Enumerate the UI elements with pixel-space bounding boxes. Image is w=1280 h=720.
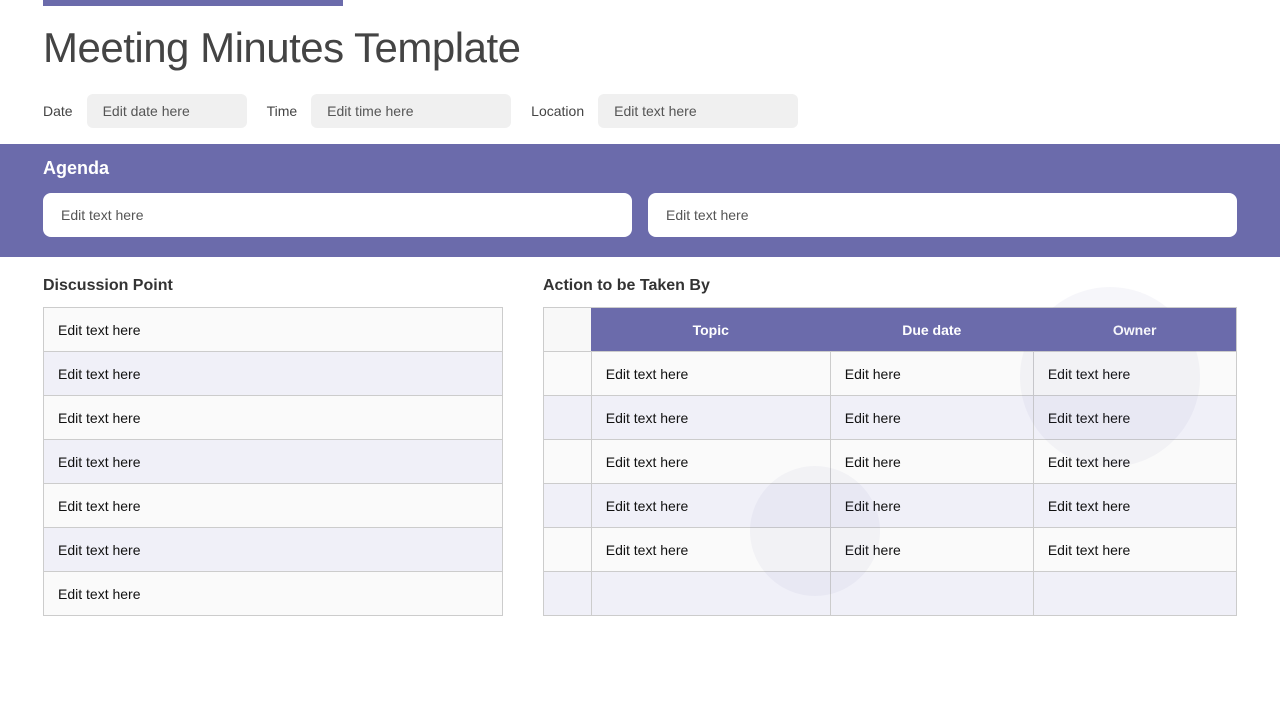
time-input[interactable]: Edit time here: [311, 94, 511, 128]
discussion-cell[interactable]: Edit text here: [44, 440, 503, 484]
location-input[interactable]: Edit text here: [598, 94, 798, 128]
main-content: Discussion Point Edit text here Edit tex…: [0, 257, 1280, 636]
action-owner-cell[interactable]: Edit text here: [1033, 396, 1236, 440]
table-row[interactable]: Edit text here: [44, 440, 503, 484]
date-label: Date: [43, 103, 73, 119]
action-row-num: [544, 396, 592, 440]
action-due-cell[interactable]: Edit here: [830, 528, 1033, 572]
table-row[interactable]: Edit text here Edit here Edit text here: [544, 528, 1237, 572]
agenda-input-1[interactable]: Edit text here: [43, 193, 632, 237]
action-owner-cell[interactable]: Edit text here: [1033, 352, 1236, 396]
action-topic-cell[interactable]: Edit text here: [591, 396, 830, 440]
action-due-cell[interactable]: Edit here: [830, 484, 1033, 528]
table-row[interactable]: Edit text here: [44, 396, 503, 440]
action-owner-cell[interactable]: [1033, 572, 1236, 616]
action-topic-cell[interactable]: Edit text here: [591, 440, 830, 484]
action-owner-cell[interactable]: Edit text here: [1033, 528, 1236, 572]
header-row: Date Edit date here Time Edit time here …: [0, 82, 1280, 144]
title-section: Meeting Minutes Template: [0, 6, 1280, 82]
action-col-num: [544, 308, 592, 352]
action-table-header-row: Topic Due date Owner: [544, 308, 1237, 352]
table-row[interactable]: Edit text here: [44, 484, 503, 528]
action-topic-cell[interactable]: Edit text here: [591, 484, 830, 528]
action-row-num: [544, 572, 592, 616]
discussion-cell[interactable]: Edit text here: [44, 484, 503, 528]
time-label: Time: [267, 103, 298, 119]
action-heading: Action to be Taken By: [543, 277, 1237, 295]
table-row[interactable]: Edit text here Edit here Edit text here: [544, 484, 1237, 528]
action-table: Topic Due date Owner Edit text here Edit…: [543, 307, 1237, 616]
agenda-inputs-row: Edit text here Edit text here: [43, 193, 1237, 237]
agenda-input-2[interactable]: Edit text here: [648, 193, 1237, 237]
action-section: Action to be Taken By Topic Due date Own…: [543, 277, 1237, 616]
action-row-num: [544, 484, 592, 528]
location-label: Location: [531, 103, 584, 119]
action-col-due: Due date: [830, 308, 1033, 352]
discussion-cell[interactable]: Edit text here: [44, 308, 503, 352]
action-row-num: [544, 352, 592, 396]
discussion-cell[interactable]: Edit text here: [44, 572, 503, 616]
action-col-topic: Topic: [591, 308, 830, 352]
action-due-cell[interactable]: [830, 572, 1033, 616]
agenda-heading: Agenda: [43, 158, 1237, 179]
action-due-cell[interactable]: Edit here: [830, 352, 1033, 396]
discussion-cell[interactable]: Edit text here: [44, 352, 503, 396]
action-due-cell[interactable]: Edit here: [830, 396, 1033, 440]
table-row[interactable]: Edit text here: [44, 528, 503, 572]
table-row[interactable]: Edit text here Edit here Edit text here: [544, 352, 1237, 396]
discussion-section: Discussion Point Edit text here Edit tex…: [43, 277, 503, 616]
action-due-cell[interactable]: Edit here: [830, 440, 1033, 484]
table-row[interactable]: Edit text here: [44, 352, 503, 396]
discussion-heading: Discussion Point: [43, 277, 503, 295]
action-owner-cell[interactable]: Edit text here: [1033, 484, 1236, 528]
table-row[interactable]: Edit text here: [44, 308, 503, 352]
date-input[interactable]: Edit date here: [87, 94, 247, 128]
action-col-owner: Owner: [1033, 308, 1236, 352]
action-owner-cell[interactable]: Edit text here: [1033, 440, 1236, 484]
page-title: Meeting Minutes Template: [43, 24, 1237, 72]
action-topic-cell[interactable]: [591, 572, 830, 616]
action-topic-cell[interactable]: Edit text here: [591, 528, 830, 572]
discussion-table: Edit text here Edit text here Edit text …: [43, 307, 503, 616]
table-row[interactable]: [544, 572, 1237, 616]
action-row-num: [544, 440, 592, 484]
action-topic-cell[interactable]: Edit text here: [591, 352, 830, 396]
table-row[interactable]: Edit text here: [44, 572, 503, 616]
table-row[interactable]: Edit text here Edit here Edit text here: [544, 440, 1237, 484]
discussion-cell[interactable]: Edit text here: [44, 396, 503, 440]
table-row[interactable]: Edit text here Edit here Edit text here: [544, 396, 1237, 440]
agenda-section: Agenda Edit text here Edit text here: [0, 144, 1280, 257]
discussion-cell[interactable]: Edit text here: [44, 528, 503, 572]
action-row-num: [544, 528, 592, 572]
